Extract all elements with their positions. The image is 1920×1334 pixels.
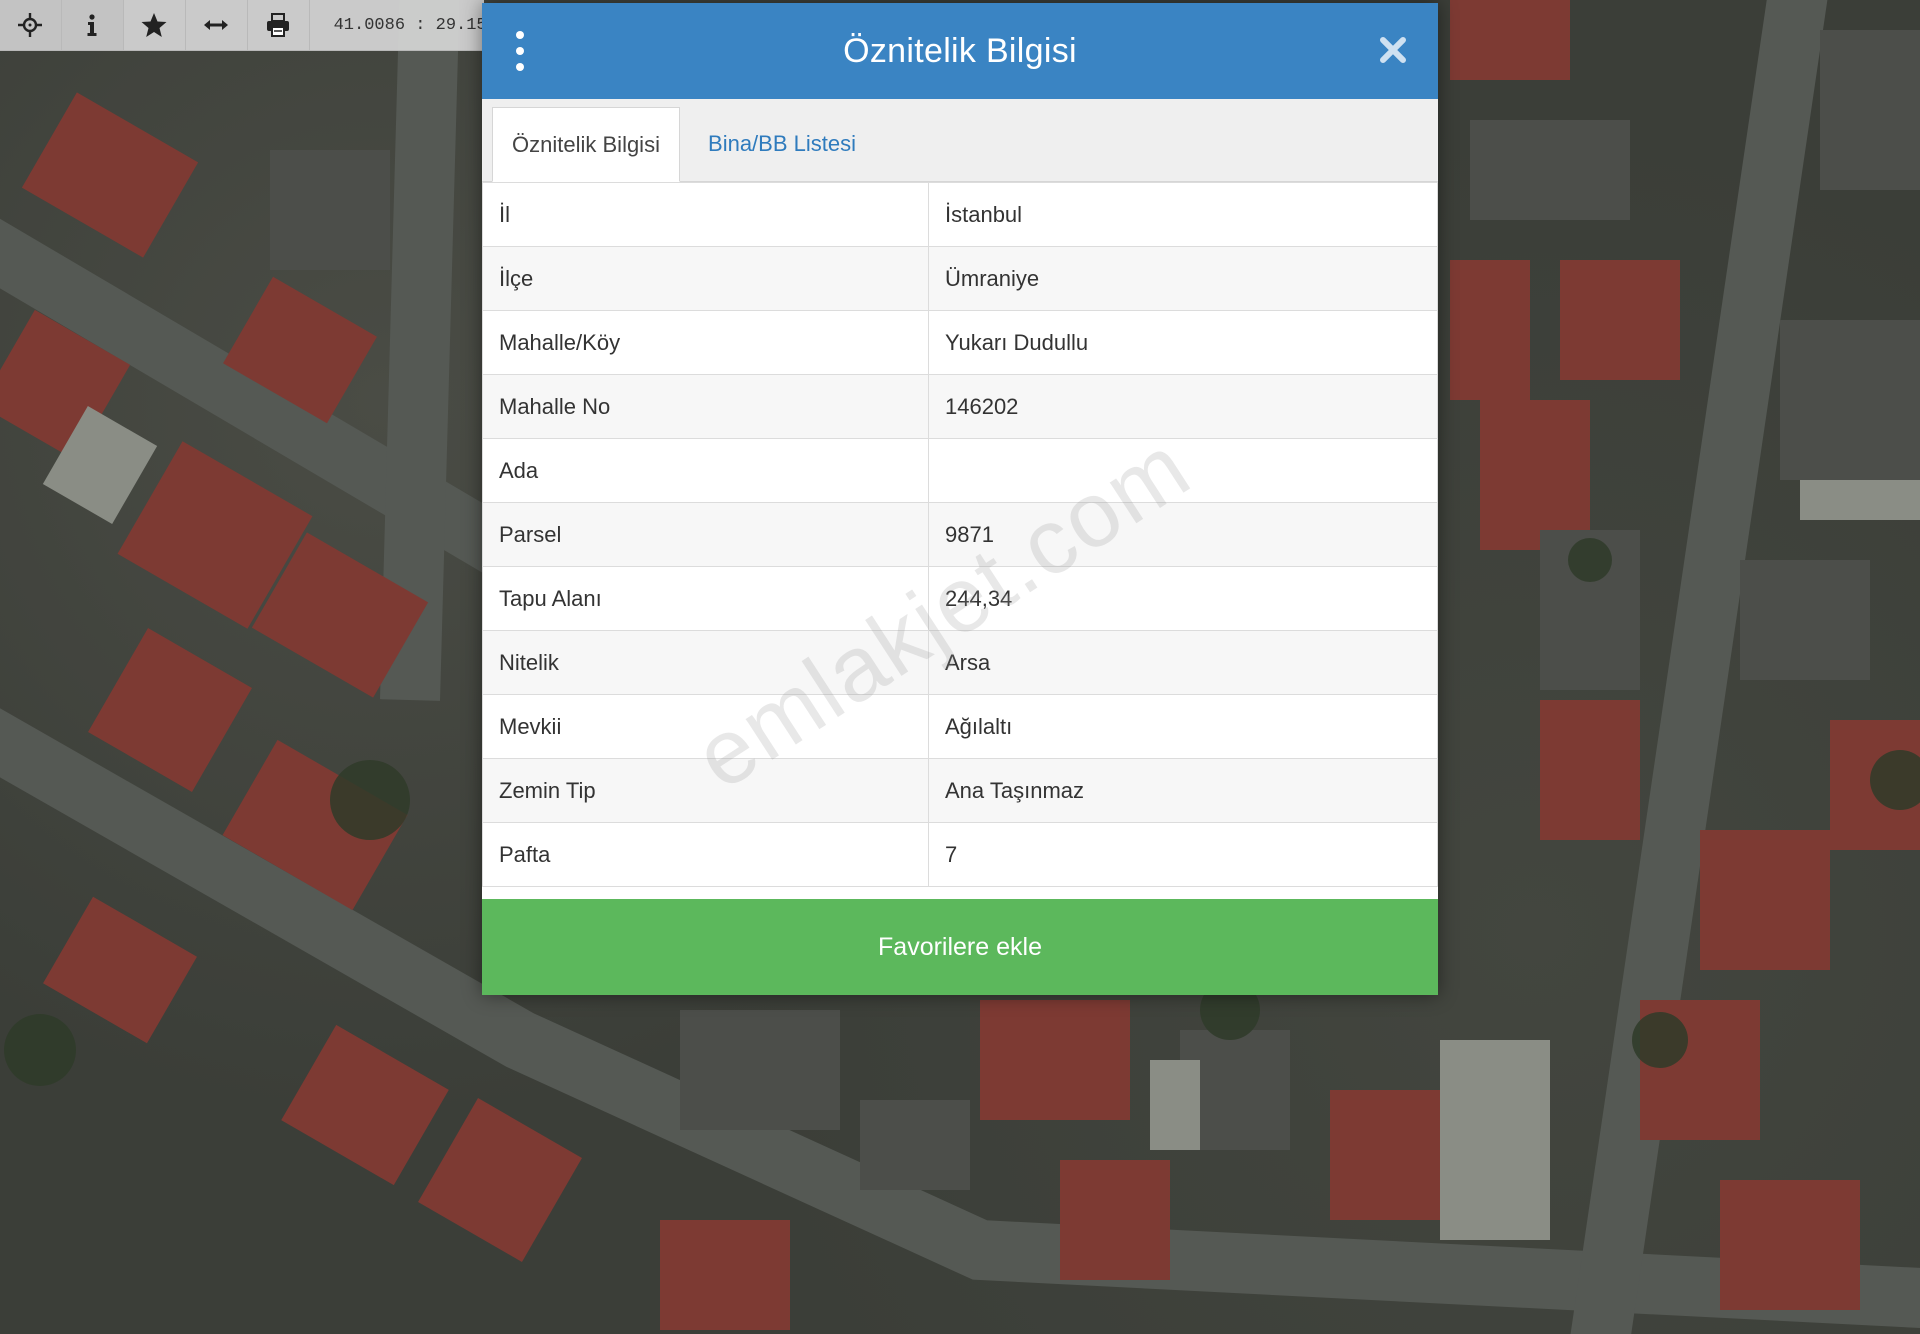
kebab-menu-icon[interactable] (510, 31, 530, 71)
table-row: Nitelik Arsa (482, 630, 1438, 695)
tab-attribute-info[interactable]: Öznitelik Bilgisi (492, 107, 680, 182)
star-icon (141, 13, 167, 37)
attribute-table: İl İstanbul İlçe Ümraniye Mahalle/Köy Yu… (482, 182, 1438, 887)
dialog-header: Öznitelik Bilgisi (482, 3, 1438, 99)
tab-building-list[interactable]: Bina/BB Listesi (702, 107, 862, 181)
row-value: Ümraniye (928, 246, 1438, 311)
close-icon[interactable] (1376, 33, 1410, 67)
row-key: Zemin Tip (482, 758, 929, 823)
row-value: 146202 (928, 374, 1438, 439)
row-key: Mahalle/Köy (482, 310, 929, 375)
row-value: Yukarı Dudullu (928, 310, 1438, 375)
add-to-favorites-button[interactable]: Favorilere ekle (482, 899, 1438, 995)
row-value: 7 (928, 822, 1438, 887)
table-row: Ada (482, 438, 1438, 503)
row-value: Arsa (928, 630, 1438, 695)
table-row: Pafta 7 (482, 822, 1438, 887)
coordinate-readout: 41.0086 : 29.15 (333, 15, 484, 35)
pan-button[interactable] (0, 0, 62, 50)
info-button[interactable] (61, 0, 124, 50)
row-value: 244,34 (928, 566, 1438, 631)
row-value: İstanbul (928, 182, 1438, 247)
dialog-tabs: Öznitelik Bilgisi Bina/BB Listesi (482, 99, 1438, 182)
row-key: İl (482, 182, 929, 247)
dialog-title: Öznitelik Bilgisi (843, 31, 1077, 70)
print-icon (267, 13, 290, 37)
table-row: İlçe Ümraniye (482, 246, 1438, 311)
table-row: İl İstanbul (482, 182, 1438, 247)
table-row: Zemin Tip Ana Taşınmaz (482, 758, 1438, 823)
row-key: Nitelik (482, 630, 929, 695)
measure-icon (204, 20, 229, 30)
row-key: İlçe (482, 246, 929, 311)
table-row: Parsel 9871 (482, 502, 1438, 567)
row-value: Ana Taşınmaz (928, 758, 1438, 823)
favorites-button[interactable] (124, 0, 186, 50)
row-key: Parsel (482, 502, 929, 567)
table-row: Mahalle/Köy Yukarı Dudullu (482, 310, 1438, 375)
row-value (928, 438, 1438, 503)
row-value: Ağılaltı (928, 694, 1438, 759)
measure-button[interactable] (186, 0, 248, 50)
map-toolbar: 41.0086 : 29.15 (0, 0, 484, 51)
row-key: Tapu Alanı (482, 566, 929, 631)
move-icon (18, 13, 43, 37)
table-row: Mahalle No 146202 (482, 374, 1438, 439)
table-row: Tapu Alanı 244,34 (482, 566, 1438, 631)
table-row: Mevkii Ağılaltı (482, 694, 1438, 759)
row-key: Mahalle No (482, 374, 929, 439)
row-value: 9871 (928, 502, 1438, 567)
info-icon (87, 14, 97, 36)
row-key: Ada (482, 438, 929, 503)
row-key: Pafta (482, 822, 929, 887)
print-button[interactable] (248, 0, 310, 50)
row-key: Mevkii (482, 694, 929, 759)
attribute-dialog: Öznitelik Bilgisi Öznitelik Bilgisi Bina… (482, 3, 1438, 995)
